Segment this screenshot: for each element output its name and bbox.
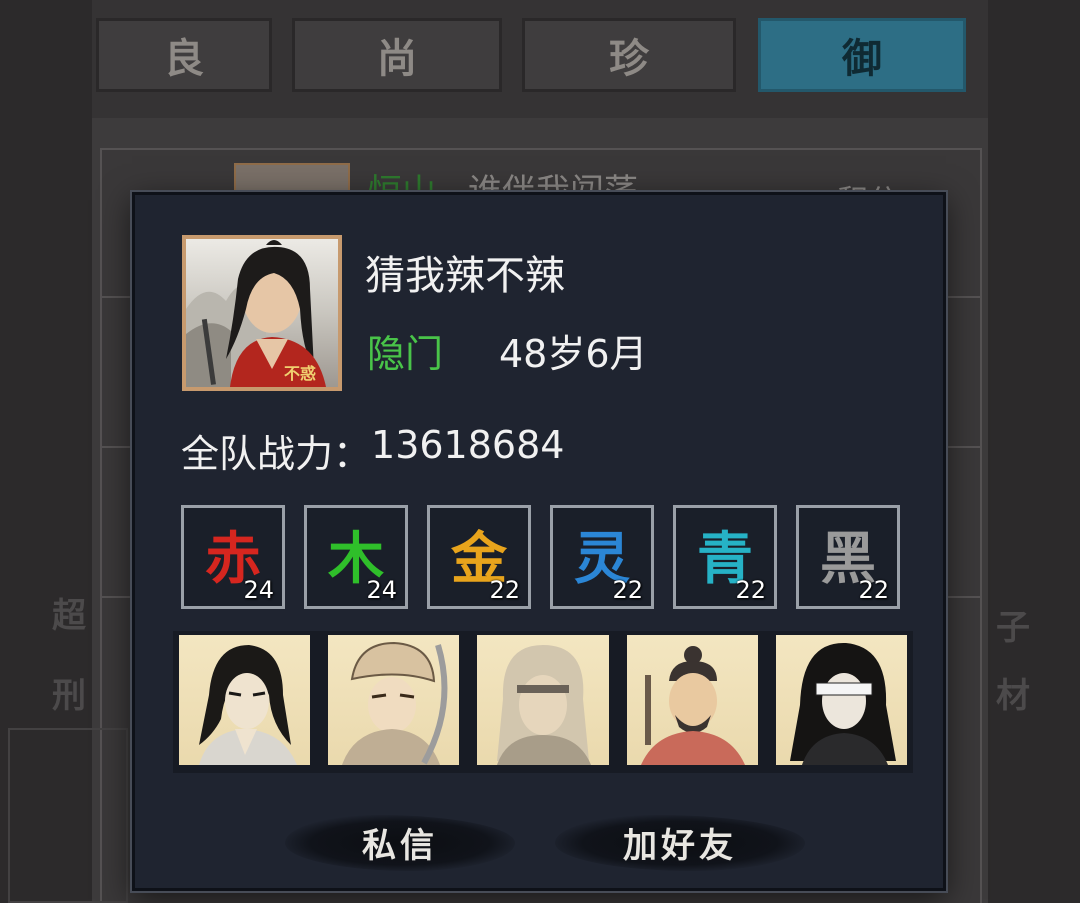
element-chi-level: 24 (243, 576, 274, 604)
element-levels: 赤 24 木 24 金 22 灵 22 青 22 黑 22 (181, 505, 900, 609)
element-hei-level: 22 (858, 576, 889, 604)
element-qing-level: 22 (735, 576, 766, 604)
swordsman-portrait-icon (199, 645, 297, 765)
fur-hat-warrior-portrait-icon (342, 641, 448, 765)
element-hei[interactable]: 黑 22 (796, 505, 900, 609)
blindfolded-swordsman-portrait-icon (789, 642, 896, 765)
element-ling-level: 22 (612, 576, 643, 604)
team-member[interactable] (179, 635, 311, 765)
tab-shang[interactable]: 尚 (292, 18, 502, 92)
player-faction: 隐门 (367, 332, 444, 376)
player-profile-popup: 不惑 猜我辣不辣 隐门 48岁6月 全队战力： 13618684 赤 24 木 … (132, 192, 946, 891)
svg-text:不惑: 不惑 (284, 364, 316, 383)
element-mu[interactable]: 木 24 (304, 505, 408, 609)
tab-yu[interactable]: 御 (758, 18, 966, 92)
elder-headband-portrait-icon (497, 645, 592, 765)
team-member[interactable] (477, 635, 609, 765)
team-power-label: 全队战力： (181, 432, 372, 476)
element-qing[interactable]: 青 22 (673, 505, 777, 609)
side-text: 材 (996, 676, 1030, 716)
side-text: 子 (996, 608, 1030, 648)
add-friend-button-label: 加好友 (623, 825, 737, 866)
side-text: 刑 (52, 676, 86, 716)
tab-liang[interactable]: 良 (96, 18, 272, 92)
player-avatar[interactable]: 不惑 (182, 235, 342, 391)
add-friend-button[interactable]: 加好友 (555, 807, 805, 877)
team-member[interactable] (626, 635, 758, 765)
message-button-label: 私信 (362, 825, 438, 866)
team-power: 全队战力： 13618684 (181, 423, 564, 478)
side-panel (8, 728, 128, 903)
message-button[interactable]: 私信 (285, 807, 515, 877)
bearded-warrior-portrait-icon (640, 646, 745, 765)
team-member[interactable] (775, 635, 908, 765)
element-jin-level: 22 (489, 576, 520, 604)
player-age: 48岁6月 (499, 332, 648, 376)
team-lineup (173, 631, 913, 773)
player-name: 猜我辣不辣 (365, 253, 565, 299)
element-chi[interactable]: 赤 24 (181, 505, 285, 609)
team-member[interactable] (328, 635, 460, 765)
element-ling[interactable]: 灵 22 (550, 505, 654, 609)
side-text: 超 (52, 596, 86, 636)
team-power-value: 13618684 (371, 423, 565, 467)
element-mu-level: 24 (366, 576, 397, 604)
tab-zhen[interactable]: 珍 (522, 18, 736, 92)
element-jin[interactable]: 金 22 (427, 505, 531, 609)
player-portrait-icon: 不惑 (186, 239, 338, 387)
